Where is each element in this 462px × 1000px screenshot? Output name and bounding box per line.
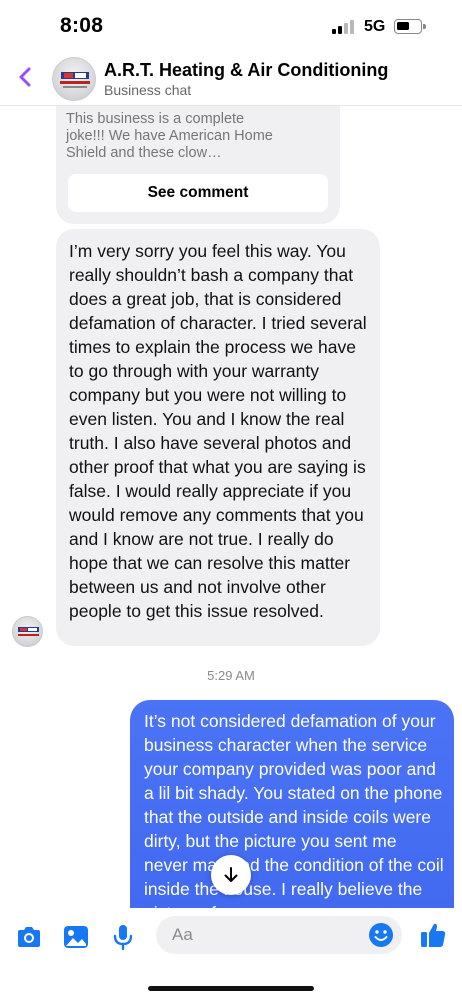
message-input[interactable]: Aa: [156, 916, 402, 954]
message-timestamp: 5:29 AM: [207, 668, 255, 683]
camera-icon[interactable]: [14, 922, 44, 952]
composer-bar: Aa: [0, 908, 462, 966]
home-indicator: [148, 986, 314, 991]
message-list[interactable]: This business is a complete joke!!! We h…: [0, 106, 462, 908]
outgoing-message[interactable]: It’s not considered defamation of your b…: [130, 700, 454, 908]
arrow-down-icon: [224, 867, 238, 882]
status-time: 8:08: [60, 14, 104, 37]
signal-icon: [332, 20, 356, 34]
chat-title[interactable]: A.R.T. Heating & Air Conditioning: [104, 60, 388, 81]
network-label: 5G: [364, 18, 386, 35]
incoming-message[interactable]: I’m very sorry you feel this way. You re…: [56, 229, 380, 646]
back-button[interactable]: [14, 62, 38, 92]
photo-icon[interactable]: [61, 922, 91, 952]
thumbs-up-icon[interactable]: [418, 920, 448, 950]
chevron-left-icon: [19, 67, 31, 87]
sender-avatar[interactable]: [12, 616, 43, 647]
battery-icon: [394, 19, 426, 34]
business-avatar[interactable]: [52, 57, 96, 101]
scroll-to-bottom-button[interactable]: [211, 855, 251, 895]
message-input-placeholder: Aa: [172, 925, 193, 944]
microphone-icon[interactable]: [108, 922, 138, 952]
chat-subtitle: Business chat: [104, 82, 192, 98]
emoji-icon[interactable]: [368, 922, 394, 948]
quoted-comment-text: This business is a complete joke!!! We h…: [66, 111, 273, 161]
see-comment-button[interactable]: See comment: [68, 174, 328, 212]
status-bar: 8:08 5G: [0, 0, 462, 52]
chat-header: A.R.T. Heating & Air Conditioning Busine…: [0, 52, 462, 106]
